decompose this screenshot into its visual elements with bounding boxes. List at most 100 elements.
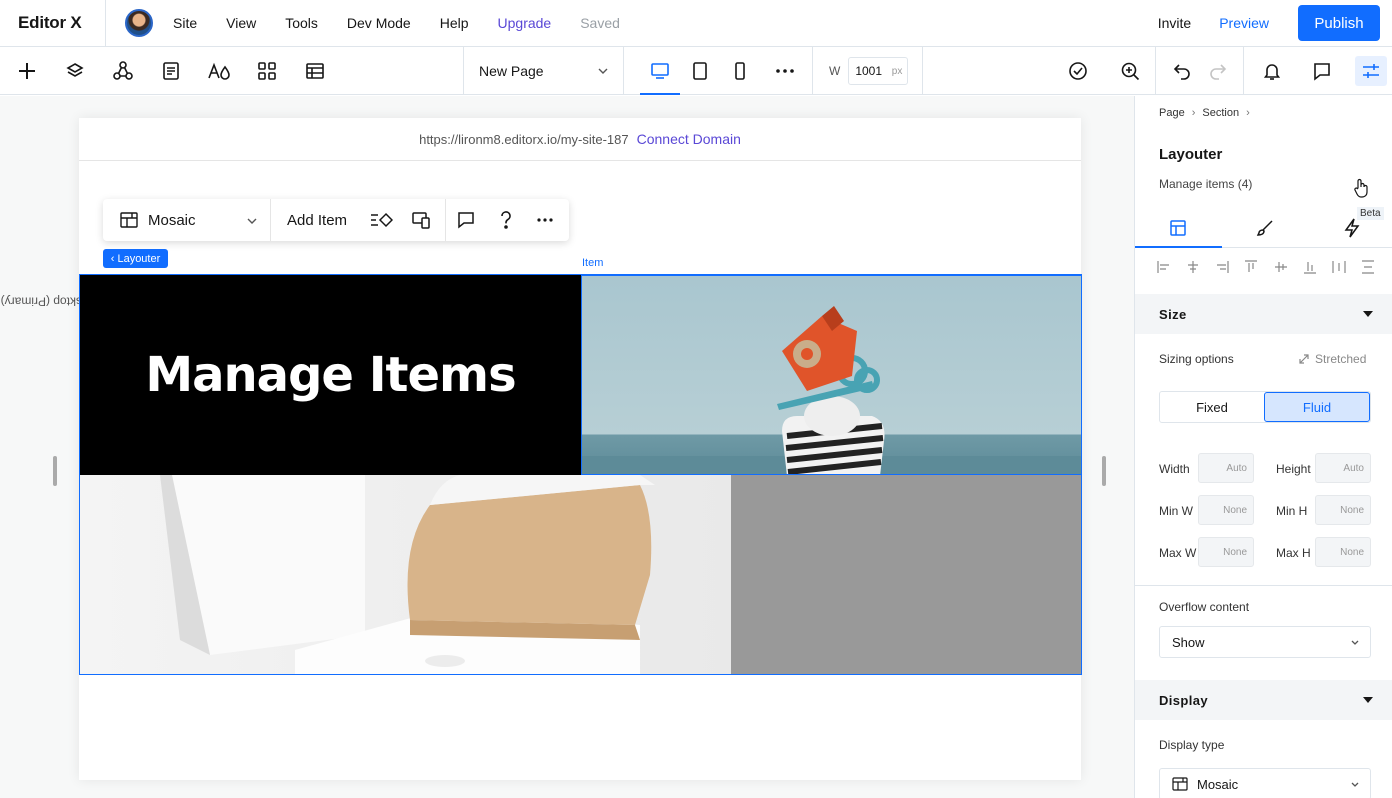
site-check-icon[interactable] xyxy=(1066,59,1090,83)
align-center-v-icon[interactable] xyxy=(1272,258,1290,276)
tablet-icon[interactable] xyxy=(688,59,712,83)
inspector-toggle[interactable] xyxy=(1355,56,1387,86)
editor-canvas[interactable]: Desktop (Primary) https://lironm8.editor… xyxy=(0,96,1134,798)
invite-button[interactable]: Invite xyxy=(1158,15,1191,31)
stacked-objects-image xyxy=(582,306,1081,474)
editor-toolbar: New Page W 1001 px xyxy=(0,47,1392,95)
floating-layouter-toolbar: Mosaic Add Item xyxy=(103,199,569,241)
layout-type-select[interactable]: Mosaic xyxy=(103,199,271,241)
fixed-option[interactable]: Fixed xyxy=(1160,392,1264,422)
responsive-icon[interactable] xyxy=(409,208,433,232)
redo-icon[interactable] xyxy=(1206,59,1230,83)
more-actions-icon[interactable] xyxy=(533,208,557,232)
display-type-dropdown[interactable]: Mosaic xyxy=(1159,768,1371,798)
comments-icon[interactable] xyxy=(1310,59,1334,83)
apps-icon[interactable] xyxy=(255,59,279,83)
more-breakpoints-icon[interactable] xyxy=(773,59,797,83)
url-bar: https://lironm8.editorx.io/my-site-187 C… xyxy=(79,118,1081,161)
undo-icon[interactable] xyxy=(1170,59,1194,83)
publish-button[interactable]: Publish xyxy=(1298,5,1380,41)
help-icon[interactable] xyxy=(494,208,518,232)
page-selector[interactable]: New Page xyxy=(479,47,609,95)
panel-title: Layouter xyxy=(1159,146,1223,163)
add-icon[interactable] xyxy=(15,59,39,83)
notifications-icon[interactable] xyxy=(1260,59,1284,83)
max-w-input[interactable]: None xyxy=(1198,537,1254,567)
layouter-breadcrumb-tag[interactable]: ‹ Layouter xyxy=(103,249,168,268)
connections-icon[interactable] xyxy=(111,59,135,83)
grid-item-empty[interactable] xyxy=(731,475,1081,674)
theme-icon[interactable] xyxy=(207,59,231,83)
lightning-icon xyxy=(1344,218,1360,238)
distribute-h-icon[interactable] xyxy=(1330,258,1348,276)
manage-items-link[interactable]: Manage items (4) xyxy=(1159,177,1252,191)
align-center-h-icon[interactable] xyxy=(1184,258,1202,276)
resize-handle-left[interactable] xyxy=(53,456,57,486)
align-top-icon[interactable] xyxy=(1242,258,1260,276)
grid-item-box-image[interactable] xyxy=(80,475,731,674)
chevron-right-icon: › xyxy=(1246,107,1250,119)
resize-handle-right[interactable] xyxy=(1102,456,1106,486)
site-url: https://lironm8.editorx.io/my-site-187 xyxy=(419,131,629,147)
menu-site[interactable]: Site xyxy=(173,15,197,31)
canvas-width-input[interactable]: 1001 px xyxy=(848,57,909,85)
breadcrumb-page[interactable]: Page xyxy=(1159,107,1185,119)
cms-table-icon[interactable] xyxy=(303,59,327,83)
height-input[interactable]: Auto xyxy=(1315,453,1371,483)
add-item-button[interactable]: Add Item xyxy=(271,212,371,229)
canvas-width-control: W 1001 px xyxy=(829,56,909,86)
min-h-label: Min H xyxy=(1276,504,1308,518)
width-unit: px xyxy=(891,66,903,77)
menu-tools[interactable]: Tools xyxy=(285,15,318,31)
grid-item-photo[interactable] xyxy=(581,275,1081,475)
desktop-icon[interactable] xyxy=(648,59,672,83)
menu-dev-mode[interactable]: Dev Mode xyxy=(347,15,411,31)
mosaic-icon xyxy=(120,212,138,228)
divider xyxy=(463,47,464,95)
top-bar: Editor X Site View Tools Dev Mode Help U… xyxy=(0,0,1392,47)
stretched-toggle[interactable]: Stretched xyxy=(1299,352,1366,366)
layers-icon[interactable] xyxy=(63,59,87,83)
breadcrumb-section[interactable]: Section xyxy=(1202,107,1239,119)
width-label: Width xyxy=(1159,462,1190,476)
distribute-v-icon[interactable] xyxy=(1359,258,1377,276)
page-name: New Page xyxy=(479,63,544,79)
align-left-icon[interactable] xyxy=(1155,258,1173,276)
zoom-icon[interactable] xyxy=(1118,59,1142,83)
min-w-label: Min W xyxy=(1159,504,1193,518)
mobile-icon[interactable] xyxy=(728,59,752,83)
layouter-grid[interactable]: Manage Items xyxy=(79,274,1082,675)
menu-view[interactable]: View xyxy=(226,15,256,31)
size-section-header[interactable]: Size xyxy=(1135,294,1392,334)
connect-domain-link[interactable]: Connect Domain xyxy=(637,131,741,147)
width-input[interactable]: Auto xyxy=(1198,453,1254,483)
max-h-label: Max H xyxy=(1276,546,1311,560)
menu-help[interactable]: Help xyxy=(440,15,469,31)
arrange-icon[interactable] xyxy=(369,208,393,232)
min-w-input[interactable]: None xyxy=(1198,495,1254,525)
max-h-input[interactable]: None xyxy=(1315,537,1371,567)
display-section-header[interactable]: Display xyxy=(1135,680,1392,720)
divider xyxy=(1243,47,1244,95)
align-right-icon[interactable] xyxy=(1213,258,1231,276)
main-menu: Site View Tools Dev Mode Help Upgrade Sa… xyxy=(173,15,649,31)
breakpoint-label: Desktop (Primary) xyxy=(0,294,98,309)
fluid-option[interactable]: Fluid xyxy=(1264,392,1370,422)
max-w-label: Max W xyxy=(1159,546,1197,560)
align-bottom-icon[interactable] xyxy=(1301,258,1319,276)
editor-x-logo[interactable]: Editor X xyxy=(0,0,106,47)
tab-layout[interactable] xyxy=(1166,216,1190,240)
menu-upgrade[interactable]: Upgrade xyxy=(498,15,552,31)
preview-button[interactable]: Preview xyxy=(1219,15,1269,31)
divider xyxy=(812,47,813,95)
breadcrumb: Page › Section › xyxy=(1159,107,1257,119)
comment-icon[interactable] xyxy=(454,208,478,232)
tab-design[interactable] xyxy=(1253,216,1277,240)
overflow-dropdown[interactable]: Show xyxy=(1159,626,1371,658)
grid-item-title[interactable]: Manage Items xyxy=(80,275,581,475)
min-h-input[interactable]: None xyxy=(1315,495,1371,525)
tab-interactions[interactable] xyxy=(1340,216,1364,240)
avatar[interactable] xyxy=(125,9,153,37)
pages-icon[interactable] xyxy=(159,59,183,83)
display-type-label: Display type xyxy=(1159,738,1225,752)
